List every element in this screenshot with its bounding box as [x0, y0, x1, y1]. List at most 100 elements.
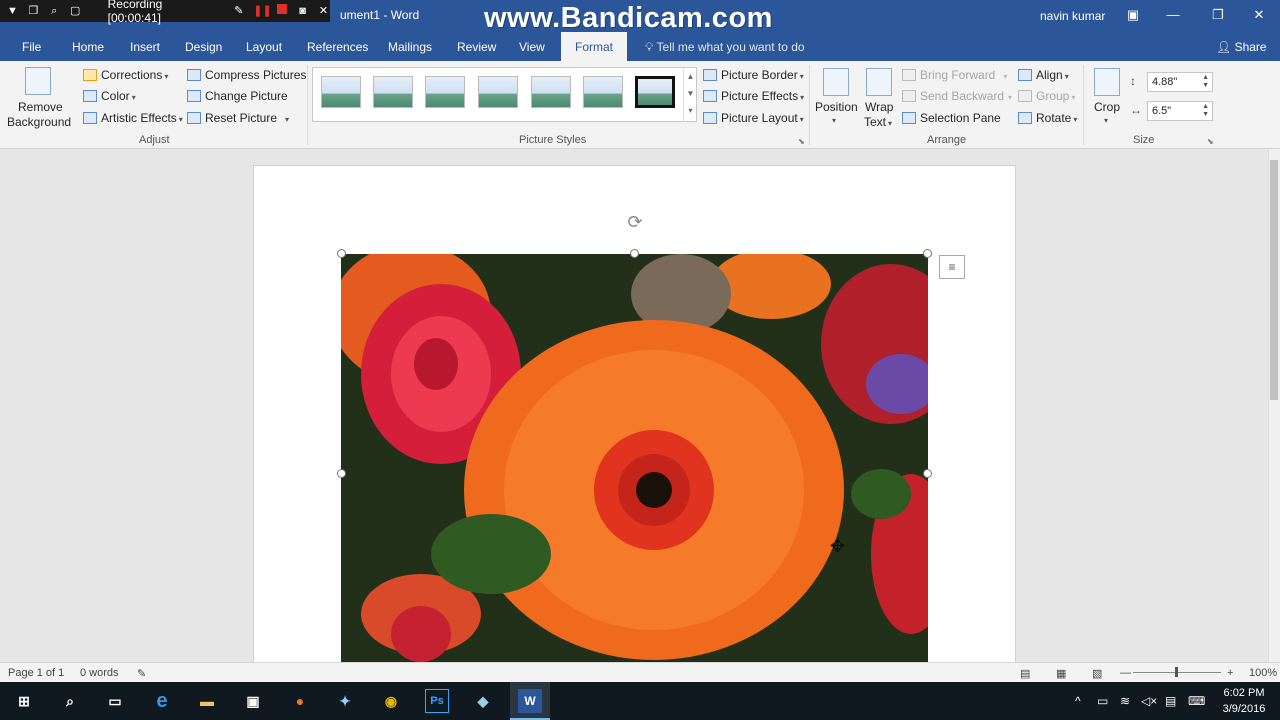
selected-picture[interactable]	[341, 254, 928, 662]
resize-handle[interactable]	[337, 249, 346, 258]
position-button[interactable]: Position	[815, 100, 858, 114]
tab-layout[interactable]: Layout	[246, 40, 282, 54]
align-button[interactable]: Align ▾	[1018, 68, 1069, 82]
artistic-effects-button[interactable]: Artistic Effects ▾	[83, 111, 183, 125]
tray-chevron-icon[interactable]: ^	[1075, 694, 1081, 708]
rotate-button[interactable]: Rotate ▾	[1018, 111, 1077, 125]
keyboard-icon[interactable]: ⌨	[1188, 694, 1205, 708]
resize-handle[interactable]	[630, 249, 639, 258]
photoshop-icon[interactable]: Ps	[425, 689, 449, 713]
search-icon[interactable]: ⌕	[58, 689, 82, 713]
tell-me-search[interactable]: 💡︎ Tell me what you want to do	[645, 40, 805, 55]
resize-handle[interactable]	[923, 249, 932, 258]
tab-format[interactable]: Format	[561, 32, 628, 61]
app-icon[interactable]: ✦	[333, 689, 357, 713]
style-thumb-selected[interactable]	[635, 76, 675, 108]
action-center-icon[interactable]: ▤	[1165, 694, 1176, 708]
close-icon[interactable]: ✕	[317, 4, 330, 18]
tab-file[interactable]: File	[22, 40, 41, 54]
tab-review[interactable]: Review	[457, 40, 496, 54]
wrap-text-label[interactable]: Text ▾	[864, 115, 892, 129]
store-icon[interactable]: ▣	[241, 689, 265, 713]
zoom-in-icon[interactable]: +	[1227, 667, 1233, 679]
network-device-icon[interactable]: ▭	[1097, 694, 1108, 708]
corrections-button[interactable]: Corrections ▾	[83, 68, 168, 82]
camera-icon[interactable]: ◙	[296, 4, 309, 18]
word-icon[interactable]: W	[518, 689, 542, 713]
notes-icon[interactable]: ◆	[471, 689, 495, 713]
spin-arrows-icon[interactable]: ▲ ▼	[1202, 103, 1209, 119]
wrap-text-button[interactable]: Wrap	[865, 100, 893, 114]
chrome-icon[interactable]: ◉	[379, 689, 403, 713]
compress-pictures-button[interactable]: Compress Pictures	[187, 68, 306, 82]
pause-icon[interactable]: ❚❚	[253, 4, 271, 18]
picture-layout-button[interactable]: Picture Layout ▾	[703, 111, 804, 125]
window-icon[interactable]: ❐	[27, 4, 40, 18]
width-icon: ↔	[1130, 103, 1142, 117]
tab-references[interactable]: References	[307, 40, 368, 54]
crop-button[interactable]: Crop	[1094, 100, 1120, 114]
start-icon[interactable]: ⊞	[12, 689, 36, 713]
tab-view[interactable]: View	[519, 40, 545, 54]
share-button[interactable]: 👤︎ Share	[1216, 40, 1267, 54]
remove-background-button[interactable]: Remove	[18, 100, 63, 114]
change-picture-button[interactable]: Change Picture	[187, 89, 288, 103]
menu-down-icon[interactable]: ▼	[6, 4, 19, 18]
style-thumb[interactable]	[531, 76, 571, 108]
screen-select-icon[interactable]: ▢	[69, 4, 82, 18]
gallery-scroll[interactable]: ▲ ▼ ▾	[683, 68, 697, 121]
picture-border-button[interactable]: Picture Border ▾	[703, 68, 804, 82]
file-explorer-icon[interactable]: ▬	[195, 689, 219, 713]
web-layout-icon[interactable]: ▧	[1092, 667, 1102, 680]
style-thumb[interactable]	[321, 76, 361, 108]
height-field[interactable]: 4.88" ▲ ▼	[1147, 72, 1213, 92]
reset-picture-button[interactable]: Reset Picture ▾	[187, 111, 289, 125]
dialog-launcher-icon[interactable]: ⬊	[798, 137, 805, 146]
style-thumb[interactable]	[583, 76, 623, 108]
pencil-icon[interactable]: ✎	[232, 4, 245, 18]
ribbon-display-icon[interactable]: ▣	[1120, 4, 1146, 26]
spin-arrows-icon[interactable]: ▲ ▼	[1202, 74, 1209, 90]
dialog-launcher-icon[interactable]: ⬊	[1207, 137, 1214, 146]
send-backward-button[interactable]: Send Backward ▾	[902, 89, 1012, 103]
stop-icon[interactable]	[275, 4, 288, 18]
style-thumb[interactable]	[478, 76, 518, 108]
zoom-level[interactable]: 100%	[1249, 667, 1277, 679]
restore-button[interactable]: ❐	[1205, 4, 1231, 26]
read-mode-icon[interactable]: ▤	[1020, 667, 1030, 680]
color-button[interactable]: Color ▾	[83, 89, 136, 103]
tab-mailings[interactable]: Mailings	[388, 40, 432, 54]
task-view-icon[interactable]: ▭	[103, 689, 127, 713]
style-thumb[interactable]	[373, 76, 413, 108]
system-clock[interactable]: 6:02 PM 3/9/2016	[1218, 685, 1270, 717]
proofing-icon[interactable]: ✎	[137, 667, 146, 680]
wifi-icon[interactable]: ≋	[1120, 694, 1130, 708]
style-thumb[interactable]	[425, 76, 465, 108]
picture-effects-button[interactable]: Picture Effects ▾	[703, 89, 804, 103]
edge-icon[interactable]: e	[150, 689, 174, 713]
group-button[interactable]: Group ▾	[1018, 89, 1075, 103]
firefox-icon[interactable]: ●	[288, 689, 312, 713]
selection-pane-button[interactable]: Selection Pane	[902, 111, 1001, 125]
rotate-handle-icon[interactable]: ⟳	[625, 212, 645, 232]
minimize-button[interactable]: —	[1160, 4, 1186, 26]
layout-options-icon[interactable]: ≡	[939, 255, 965, 279]
volume-icon[interactable]: ◁×	[1141, 694, 1157, 708]
zoom-out-icon[interactable]: —	[1120, 667, 1131, 679]
remove-background-label[interactable]: Background	[7, 115, 71, 129]
scrollbar-thumb[interactable]	[1270, 160, 1278, 400]
width-field[interactable]: 6.5" ▲ ▼	[1147, 101, 1213, 121]
word-count[interactable]: 0 words	[80, 667, 119, 679]
tab-insert[interactable]: Insert	[130, 40, 160, 54]
zoom-slider-thumb[interactable]	[1175, 667, 1178, 677]
tab-design[interactable]: Design	[185, 40, 222, 54]
close-window-button[interactable]: ✕	[1246, 4, 1272, 26]
tab-home[interactable]: Home	[72, 40, 104, 54]
user-name[interactable]: navin kumar	[1040, 9, 1105, 23]
page-count[interactable]: Page 1 of 1	[8, 667, 64, 679]
bring-forward-button[interactable]: Bring Forward ▾	[902, 68, 1007, 82]
search-icon[interactable]: ⌕	[48, 4, 61, 18]
print-layout-icon[interactable]: ▦	[1056, 667, 1066, 680]
resize-handle[interactable]	[923, 469, 932, 478]
resize-handle[interactable]	[337, 469, 346, 478]
